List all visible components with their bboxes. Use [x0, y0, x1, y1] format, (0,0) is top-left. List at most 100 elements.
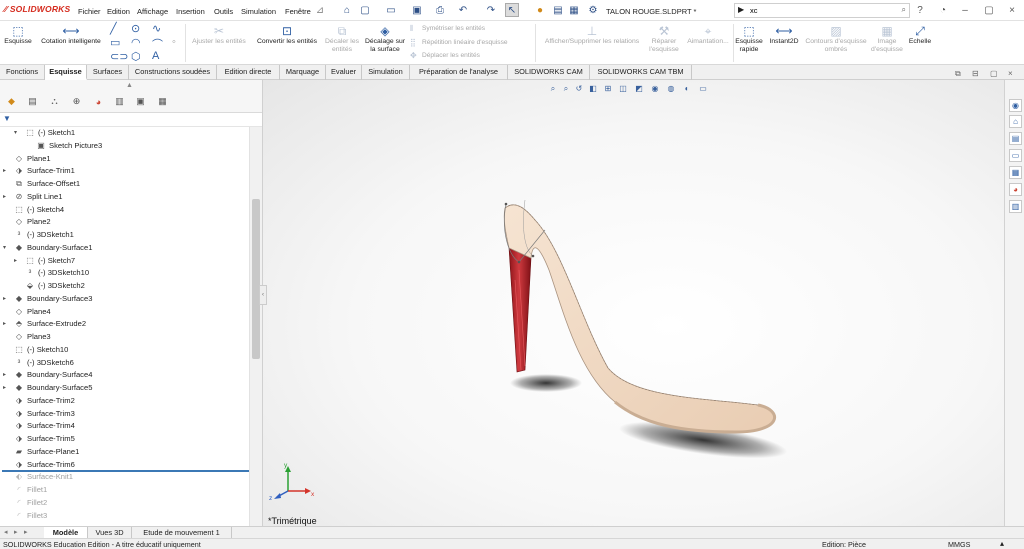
tab-constructions-soudees[interactable]: Constructions soudées — [129, 65, 217, 80]
user-icon[interactable]: ◔ — [936, 3, 950, 17]
echelle-button[interactable]: ⤢ Echelle — [906, 24, 934, 46]
menu-affichage[interactable]: Affichage — [137, 7, 168, 16]
tile-icon[interactable]: ⊟ — [972, 69, 979, 78]
convertir-button[interactable]: ⊡ Convertir les entités — [252, 24, 322, 46]
solidworks-resources-icon[interactable]: ◉ — [1009, 99, 1022, 112]
dynamic-annotation-icon[interactable]: ⊞ — [603, 83, 613, 94]
graphics-area[interactable]: y x z — [263, 80, 1004, 526]
scroll-left-icon[interactable]: ◂ — [4, 528, 8, 536]
pin-icon[interactable]: ⊿ — [313, 3, 327, 17]
tree-item[interactable]: ³ (-) 3DSketch6 — [14, 357, 74, 369]
spline-icon[interactable]: ∿ — [152, 22, 161, 35]
cam-operation-tree-icon[interactable]: ▣ — [134, 95, 147, 108]
menu-fichier[interactable]: Fichier — [78, 7, 101, 16]
tree-item[interactable]: ◜ Fillet3 — [14, 510, 47, 522]
tree-item[interactable]: ▸ ◆ Boundary-Surface3 — [3, 293, 92, 305]
tree-item[interactable]: ⧉ Surface-Offset1 — [14, 178, 80, 190]
undo-icon[interactable]: ↶ — [456, 3, 470, 17]
filter-icon[interactable]: ▼ — [3, 114, 11, 123]
display-manager-icon[interactable]: ◕ — [92, 95, 105, 108]
custom-properties-icon[interactable]: ▥ — [1009, 200, 1022, 213]
rebuild-icon[interactable]: ▤ — [551, 3, 565, 17]
tree-item[interactable]: ▸ ◆ Boundary-Surface4 — [3, 369, 92, 381]
open-icon[interactable]: ▭ — [384, 3, 398, 17]
tree-item[interactable]: ▸ ⬘ Surface-Extrude2 — [3, 318, 86, 330]
contours-button[interactable]: ▨ Contours d'esquisse ombrés — [805, 24, 867, 54]
view-palette-icon[interactable]: ▦ — [1009, 166, 1022, 179]
tree-item[interactable]: ▣ Sketch Picture3 — [36, 140, 102, 152]
model-view[interactable]: y x z — [263, 80, 1004, 526]
tree-item[interactable]: ◜ Fillet1 — [14, 484, 47, 496]
reparer-button[interactable]: ⚒ Réparer l'esquisse — [645, 24, 683, 54]
save-icon[interactable]: ▣ — [410, 3, 424, 17]
cotation-button[interactable]: ⟷ Cotation intelligente — [37, 24, 105, 46]
dimxpert-icon[interactable]: ⊕ — [70, 95, 83, 108]
expand-arrow-icon[interactable]: ▾ — [3, 242, 6, 254]
tree-item[interactable]: ◇ Plane3 — [14, 331, 51, 343]
text-sketch-icon[interactable]: A — [152, 50, 159, 62]
search-icon[interactable]: ⌕ — [902, 5, 906, 15]
image-esquisse-button[interactable]: ▦ Image d'esquisse — [868, 24, 906, 54]
decalage-surface-button[interactable]: ◈ Décalage sur la surface — [362, 24, 408, 54]
select-icon[interactable]: ↖ — [505, 3, 519, 17]
expand-toolbar-icon[interactable]: ▲ — [126, 82, 133, 89]
search-input[interactable] — [750, 5, 890, 16]
tree-item[interactable]: ▾ ◆ Boundary-Surface1 — [3, 242, 92, 254]
tab-evaluer[interactable]: Evaluer — [326, 65, 362, 80]
help-icon[interactable]: ? — [913, 3, 927, 17]
solidworks-logo[interactable]: ⁄⁄ SOLIDWORKS — [4, 4, 70, 14]
collapse-arrow-icon[interactable]: ▸ — [3, 293, 6, 305]
tree-item[interactable]: ▸ ⬚ (-) Sketch7 — [14, 255, 75, 267]
tree-filter-row[interactable]: ▼ — [0, 113, 262, 127]
folder-icon[interactable]: ▭ — [1009, 149, 1022, 162]
tab-surfaces[interactable]: Surfaces — [87, 65, 129, 80]
tab-fonctions[interactable]: Fonctions — [0, 65, 45, 80]
ajuster-button[interactable]: ✂ Ajuster les entités — [190, 24, 248, 46]
deplacer-link[interactable]: Déplacer les entités — [422, 52, 480, 59]
tree-item[interactable]: ◇ Plane4 — [14, 306, 51, 318]
search-box[interactable]: ▶ ⌕ — [734, 3, 910, 18]
view-orientation-icon[interactable]: ◫ — [618, 83, 628, 94]
tab-solidworks-cam-tbm[interactable]: SOLIDWORKS CAM TBM — [590, 65, 692, 80]
section-view-icon[interactable]: ◧ — [588, 83, 598, 94]
menu-edition[interactable]: Edition — [107, 7, 130, 16]
collapse-arrow-icon[interactable]: ▸ — [14, 255, 17, 267]
collapse-arrow-icon[interactable]: ▸ — [3, 369, 6, 381]
rectangle-icon[interactable]: ▭ — [110, 36, 120, 49]
redo-icon[interactable]: ↷ — [484, 3, 498, 17]
tree-item[interactable]: ▰ Surface-Plane1 — [14, 446, 79, 458]
collapse-arrow-icon[interactable]: ▸ — [3, 318, 6, 330]
new-document-icon[interactable]: ▢ — [358, 3, 372, 17]
display-style-icon[interactable]: ◩ — [634, 83, 644, 94]
tab-solidworks-cam[interactable]: SOLIDWORKS CAM — [508, 65, 590, 80]
aimantation-button[interactable]: ⌖ Aimantation... — [684, 24, 732, 46]
status-units[interactable]: MMGS — [948, 540, 970, 549]
collapse-arrow-icon[interactable]: ▸ — [3, 191, 6, 203]
tree-item[interactable]: ▸ ⬗ Surface-Trim1 — [3, 165, 75, 177]
tree-item[interactable]: ⬗ Surface-Trim3 — [14, 408, 75, 420]
repetition-link[interactable]: Répétition linéaire d'esquisse — [422, 39, 508, 46]
tab-simulation[interactable]: Simulation — [362, 65, 410, 80]
tree-scrollbar[interactable] — [249, 127, 262, 526]
apply-scene-icon[interactable]: ◐ — [682, 83, 692, 94]
window-maximize-icon[interactable]: ▢ — [990, 69, 998, 78]
tree-item[interactable]: ⬚ (-) Sketch10 — [14, 344, 68, 356]
menu-fenetre[interactable]: Fenêtre — [285, 7, 311, 16]
menu-simulation[interactable]: Simulation — [241, 7, 276, 16]
tree-item[interactable]: ⬗ Surface-Trim5 — [14, 433, 75, 445]
close-icon[interactable]: × — [1005, 3, 1019, 17]
tree-item[interactable]: ⬙ (-) 3DSketch2 — [25, 280, 85, 292]
hide-show-icon[interactable]: ◉ — [650, 83, 660, 94]
maximize-icon[interactable]: ▢ — [982, 3, 996, 17]
tree-item[interactable]: ³ (-) 3DSketch1 — [14, 229, 74, 241]
window-close-icon[interactable]: × — [1008, 69, 1013, 78]
collapse-arrow-icon[interactable]: ▸ — [3, 382, 6, 394]
design-library-icon[interactable]: ⌂ — [1009, 115, 1022, 128]
previous-view-icon[interactable]: ↺ — [574, 83, 584, 94]
tree-item[interactable]: ⬗ Surface-Trim4 — [14, 420, 75, 432]
tree-scrollbar-thumb[interactable] — [252, 199, 260, 359]
minimize-icon[interactable]: – — [958, 3, 972, 17]
tab-edition-directe[interactable]: Edition directe — [217, 65, 280, 80]
home-icon[interactable]: ⌂ — [340, 3, 354, 17]
circle-icon[interactable]: ⊙ — [131, 22, 140, 35]
